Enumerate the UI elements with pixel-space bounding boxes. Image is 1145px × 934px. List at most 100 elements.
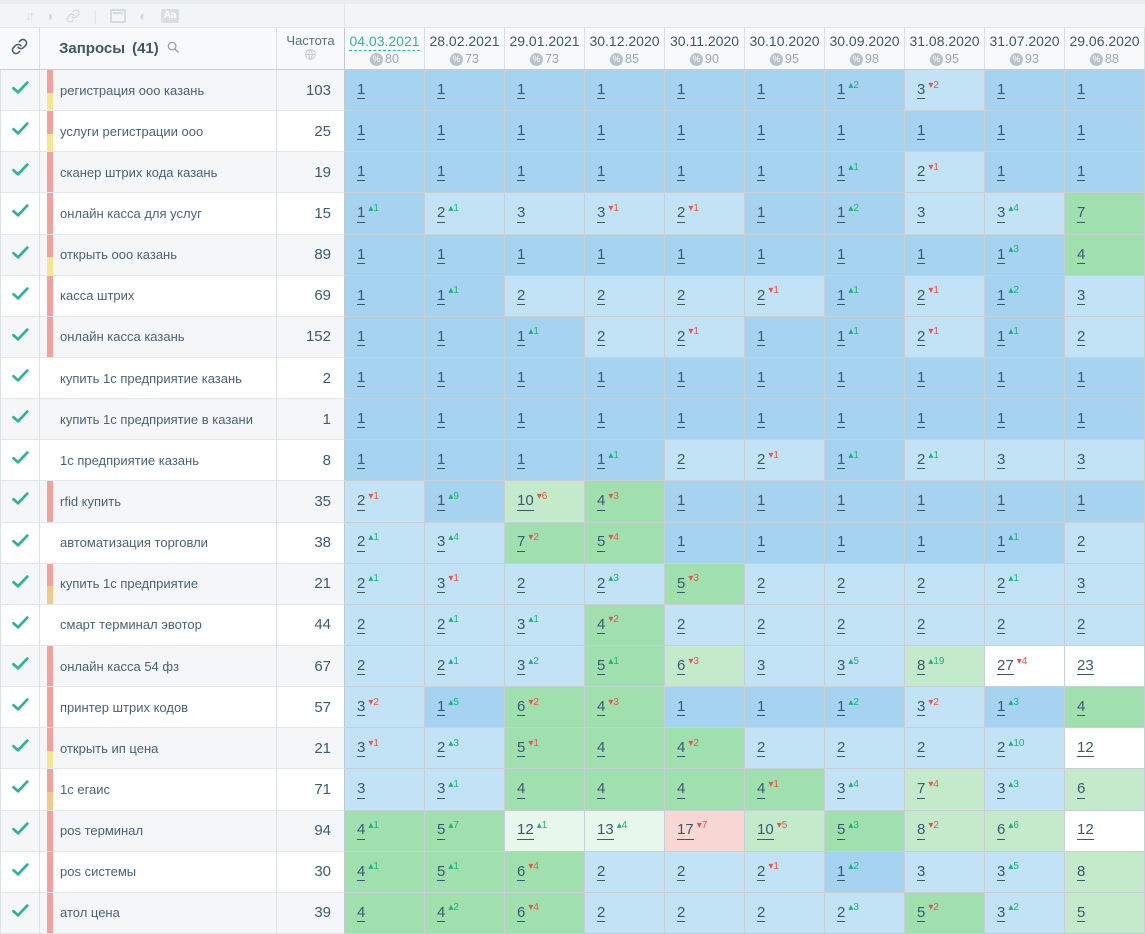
position-value[interactable]: 1 xyxy=(517,163,525,181)
date-column-header[interactable]: 30.12.2020%85 xyxy=(585,28,665,69)
position-value[interactable]: 1 xyxy=(757,246,765,264)
position-value[interactable]: 2 xyxy=(917,616,925,634)
row-checkbox[interactable] xyxy=(0,605,40,646)
position-value[interactable]: 2 xyxy=(677,451,685,469)
date-link[interactable]: 29.06.2020 xyxy=(1069,33,1139,50)
position-value[interactable]: 2 xyxy=(997,739,1005,757)
row-checkbox[interactable] xyxy=(0,481,40,522)
position-value[interactable]: 1 xyxy=(917,122,925,140)
position-value[interactable]: 1 xyxy=(917,410,925,428)
position-value[interactable]: 2 xyxy=(677,328,685,346)
search-icon[interactable] xyxy=(166,40,180,58)
keyword-cell[interactable]: pos терминал xyxy=(40,811,277,852)
position-value[interactable]: 10 xyxy=(757,821,774,839)
keyword-cell[interactable]: купить 1с предприятие казань xyxy=(40,358,277,399)
frequency-column-header[interactable]: Частота xyxy=(277,28,345,69)
position-value[interactable]: 1 xyxy=(437,328,445,346)
position-value[interactable]: 1 xyxy=(757,492,765,510)
position-value[interactable]: 1 xyxy=(357,410,365,428)
position-value[interactable]: 1 xyxy=(677,698,685,716)
position-value[interactable]: 4 xyxy=(597,780,605,798)
position-value[interactable]: 1 xyxy=(357,451,365,469)
position-value[interactable]: 1 xyxy=(917,369,925,387)
position-value[interactable]: 1 xyxy=(837,204,845,222)
position-value[interactable]: 2 xyxy=(597,287,605,305)
position-value[interactable]: 2 xyxy=(597,904,605,922)
keyword-cell[interactable]: rfid купить xyxy=(40,481,277,522)
position-value[interactable]: 6 xyxy=(677,657,685,675)
position-value[interactable]: 2 xyxy=(837,575,845,593)
keyword-cell[interactable]: онлайн касса для услуг xyxy=(40,193,277,234)
position-value[interactable]: 2 xyxy=(437,204,445,222)
window-icon[interactable] xyxy=(110,9,126,23)
position-value[interactable]: 1 xyxy=(997,410,1005,428)
position-value[interactable]: 1 xyxy=(757,698,765,716)
position-value[interactable]: 1 xyxy=(997,122,1005,140)
position-value[interactable]: 1 xyxy=(837,863,845,881)
position-value[interactable]: 3 xyxy=(917,863,925,881)
position-value[interactable]: 2 xyxy=(357,575,365,593)
position-value[interactable]: 2 xyxy=(917,163,925,181)
keyword-cell[interactable]: 1с егаис xyxy=(40,769,277,810)
position-value[interactable]: 2 xyxy=(837,616,845,634)
row-checkbox[interactable] xyxy=(0,440,40,481)
position-value[interactable]: 1 xyxy=(837,246,845,264)
position-value[interactable]: 5 xyxy=(677,575,685,593)
position-value[interactable]: 1 xyxy=(997,81,1005,99)
position-value[interactable]: 1 xyxy=(837,163,845,181)
position-value[interactable]: 1 xyxy=(677,81,685,99)
row-checkbox[interactable] xyxy=(0,235,40,276)
position-value[interactable]: 4 xyxy=(517,780,525,798)
position-value[interactable]: 1 xyxy=(517,122,525,140)
keyword-cell[interactable]: pos системы xyxy=(40,852,277,893)
position-value[interactable]: 4 xyxy=(597,616,605,634)
position-value[interactable]: 3 xyxy=(437,533,445,551)
half-filled-circle-icon[interactable]: ◑ xyxy=(45,9,53,23)
position-value[interactable]: 4 xyxy=(437,904,445,922)
position-value[interactable]: 5 xyxy=(597,533,605,551)
position-value[interactable]: 13 xyxy=(597,821,614,839)
position-value[interactable]: 2 xyxy=(1077,328,1085,346)
position-value[interactable]: 4 xyxy=(677,780,685,798)
position-value[interactable]: 1 xyxy=(597,122,605,140)
position-value[interactable]: 2 xyxy=(517,287,525,305)
keyword-cell[interactable]: регистрация ооо казань xyxy=(40,70,277,111)
position-value[interactable]: 2 xyxy=(757,863,765,881)
position-value[interactable]: 3 xyxy=(517,657,525,675)
position-value[interactable]: 1 xyxy=(357,287,365,305)
contrast-icon[interactable]: ◐ xyxy=(139,9,147,23)
position-value[interactable]: 1 xyxy=(1077,163,1085,181)
position-value[interactable]: 3 xyxy=(437,575,445,593)
position-value[interactable]: 1 xyxy=(677,369,685,387)
date-link[interactable]: 30.11.2020 xyxy=(670,33,739,50)
position-value[interactable]: 1 xyxy=(357,204,365,222)
position-value[interactable]: 2 xyxy=(757,451,765,469)
row-checkbox[interactable] xyxy=(0,152,40,193)
keyword-cell[interactable]: касса штрих xyxy=(40,276,277,317)
date-column-header[interactable]: 30.11.2020%90 xyxy=(665,28,745,69)
row-checkbox[interactable] xyxy=(0,523,40,564)
position-value[interactable]: 3 xyxy=(597,204,605,222)
position-value[interactable]: 4 xyxy=(1077,246,1085,264)
position-value[interactable]: 1 xyxy=(437,492,445,510)
position-value[interactable]: 1 xyxy=(677,410,685,428)
link-icon[interactable] xyxy=(66,9,80,23)
position-value[interactable]: 6 xyxy=(517,698,525,716)
position-value[interactable]: 4 xyxy=(357,863,365,881)
keyword-cell[interactable]: сканер штрих кода казань xyxy=(40,152,277,193)
position-value[interactable]: 1 xyxy=(837,328,845,346)
position-value[interactable]: 3 xyxy=(917,204,925,222)
position-value[interactable]: 3 xyxy=(997,451,1005,469)
position-value[interactable]: 4 xyxy=(1077,698,1085,716)
row-checkbox[interactable] xyxy=(0,687,40,728)
row-checkbox[interactable] xyxy=(0,852,40,893)
keyword-cell[interactable]: купить 1с предприятие в казани xyxy=(40,399,277,440)
position-value[interactable]: 1 xyxy=(517,369,525,387)
position-value[interactable]: 6 xyxy=(997,821,1005,839)
position-value[interactable]: 4 xyxy=(357,904,365,922)
position-value[interactable]: 4 xyxy=(757,780,765,798)
position-value[interactable]: 2 xyxy=(677,863,685,881)
row-checkbox[interactable] xyxy=(0,276,40,317)
position-value[interactable]: 3 xyxy=(1077,451,1085,469)
position-value[interactable]: 5 xyxy=(437,821,445,839)
